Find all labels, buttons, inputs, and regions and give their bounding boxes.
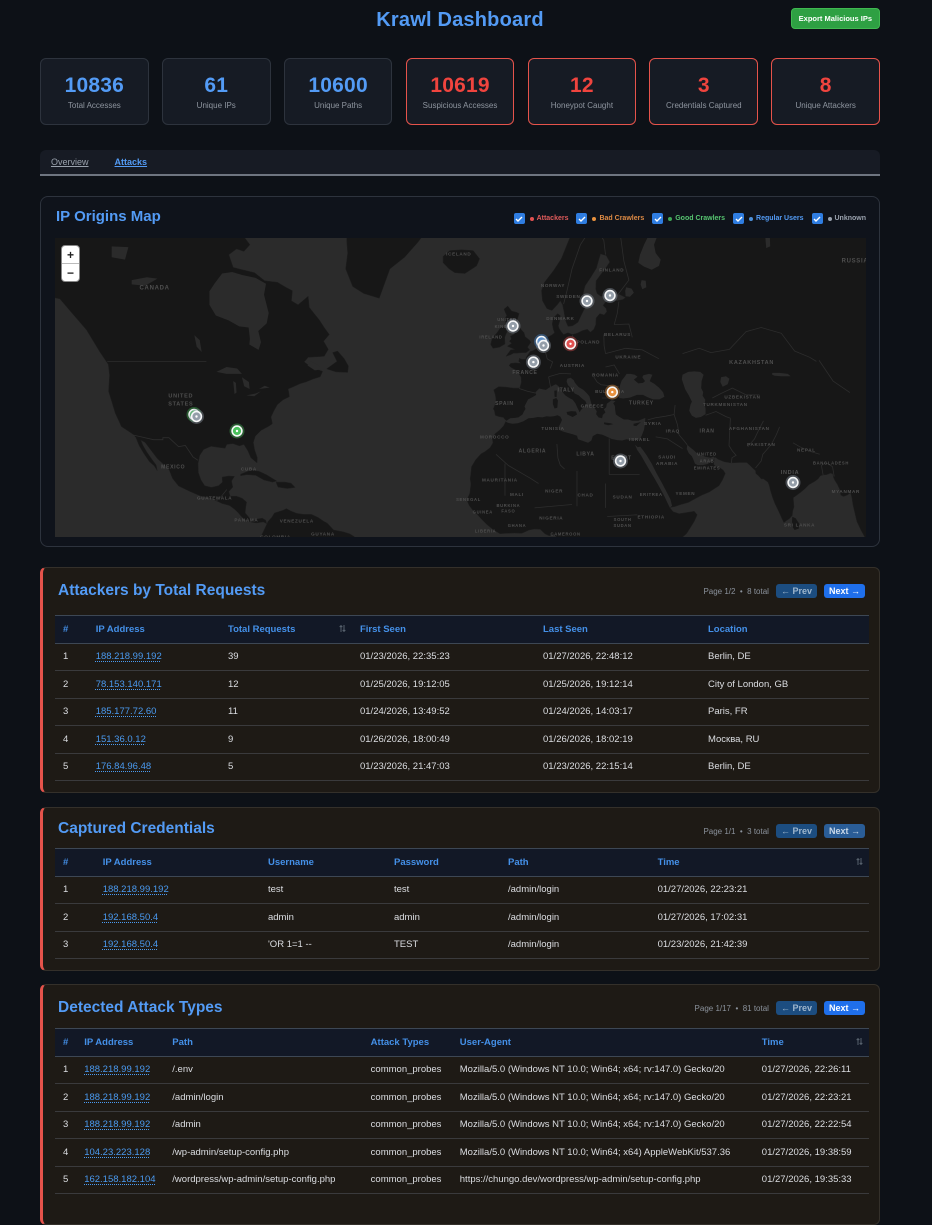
svg-text:BANGLADESH: BANGLADESH [813,461,849,466]
svg-text:IRAQ: IRAQ [666,429,680,434]
svg-text:GHANA: GHANA [508,523,527,528]
svg-text:SUDAN: SUDAN [613,494,633,499]
svg-text:AUSTRIA: AUSTRIA [560,363,585,368]
svg-text:BURKINA: BURKINA [496,503,520,508]
svg-text:PAKISTAN: PAKISTAN [747,442,775,447]
svg-text:AFGHANISTAN: AFGHANISTAN [729,426,770,431]
svg-text:LIBYA: LIBYA [576,452,594,458]
svg-text:MALI: MALI [510,492,524,497]
svg-text:TUNISIA: TUNISIA [541,426,564,431]
svg-text:ARABIA: ARABIA [656,461,678,466]
svg-text:IRAN: IRAN [700,429,715,435]
svg-text:UKRAINE: UKRAINE [615,354,641,359]
svg-text:CANADA: CANADA [140,286,170,292]
svg-text:IRELAND: IRELAND [479,335,502,340]
svg-text:ERITREA: ERITREA [640,492,663,497]
svg-text:MOROCCO: MOROCCO [480,434,509,439]
svg-text:NEPAL: NEPAL [797,448,816,453]
svg-text:UNITED: UNITED [168,393,193,399]
svg-text:STATES: STATES [168,402,193,408]
svg-text:ALGERIA: ALGERIA [519,449,547,455]
svg-text:SUDAN: SUDAN [614,523,632,528]
svg-text:YEMEN: YEMEN [675,491,695,496]
svg-text:SWEDEN: SWEDEN [556,294,580,299]
svg-text:DENMARK: DENMARK [546,316,574,321]
svg-text:SYRIA: SYRIA [644,421,662,426]
svg-text:POLAND: POLAND [577,340,601,345]
svg-text:UZBEKISTAN: UZBEKISTAN [724,394,760,399]
svg-text:FASO: FASO [501,509,515,514]
svg-text:SENEGAL: SENEGAL [456,497,481,502]
svg-text:ICELAND: ICELAND [446,252,471,257]
svg-text:ETHIOPIA: ETHIOPIA [638,514,665,519]
svg-text:MEXICO: MEXICO [161,465,185,471]
svg-text:VENEZUELA: VENEZUELA [280,519,314,524]
svg-text:CHAD: CHAD [577,493,593,498]
svg-text:ROMANIA: ROMANIA [592,373,619,378]
svg-text:COLOMBIA: COLOMBIA [260,535,291,537]
svg-text:PANAMA: PANAMA [234,518,258,523]
svg-text:TURKEY: TURKEY [629,401,654,407]
svg-text:TURKMENISTAN: TURKMENISTAN [703,402,748,407]
svg-text:SPAIN: SPAIN [495,401,514,407]
svg-text:NIGER: NIGER [545,489,563,494]
svg-text:SRI LANKA: SRI LANKA [784,522,815,527]
svg-text:UNITED: UNITED [697,452,717,457]
svg-text:ARAB: ARAB [700,458,715,463]
svg-text:FINLAND: FINLAND [599,268,624,273]
svg-text:GUINEA: GUINEA [473,510,493,515]
svg-text:FRANCE: FRANCE [512,370,537,376]
svg-text:GREECE: GREECE [581,404,605,409]
svg-text:ISRAEL: ISRAEL [629,437,650,442]
svg-text:MYANMAR: MYANMAR [832,489,860,494]
svg-text:RUSSIA: RUSSIA [842,259,866,265]
svg-text:ITALY: ITALY [557,388,574,394]
svg-text:SAUDI: SAUDI [658,454,676,459]
svg-text:LIBERIA: LIBERIA [475,529,496,534]
svg-text:GUYANA: GUYANA [311,532,335,537]
svg-text:BELARUS: BELARUS [604,332,631,337]
svg-text:NIGERIA: NIGERIA [539,515,563,520]
svg-text:GUATEMALA: GUATEMALA [197,495,232,500]
svg-text:EMIRATES: EMIRATES [694,465,721,470]
svg-text:KAZAKHSTAN: KAZAKHSTAN [729,360,774,366]
svg-text:INDIA: INDIA [781,470,800,476]
svg-text:SOUTH: SOUTH [614,517,632,522]
svg-text:NORWAY: NORWAY [541,283,565,288]
svg-text:CAMEROON: CAMEROON [551,531,581,536]
svg-text:CUBA: CUBA [241,467,257,472]
svg-text:MAURITANIA: MAURITANIA [482,478,518,483]
